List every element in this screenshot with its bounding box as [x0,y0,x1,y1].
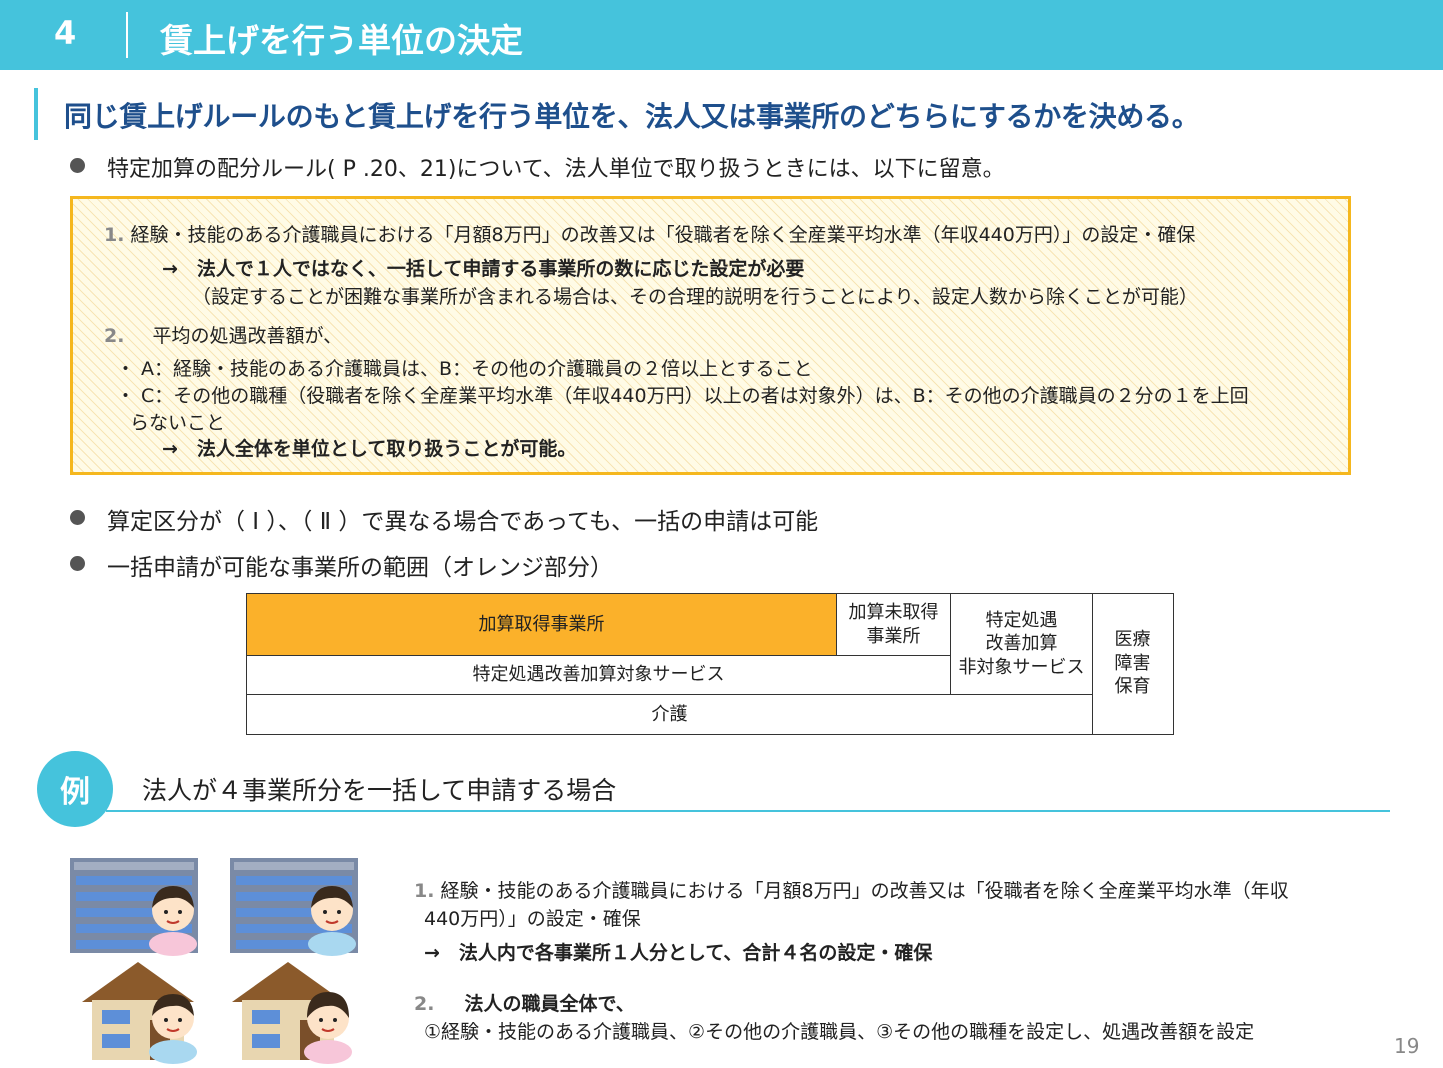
cell-other-sectors: 医療 障害 保育 [1114,629,1151,698]
item-heading: 法人の職員全体で、 [464,993,635,1015]
notice-item-1-result: → 法人で１人ではなく、一括して申請する事業所の数に応じた設定が必要 [162,258,805,280]
item-text: 経験・技能のある介護職員における「月額8万円」の改善又は「役職者を除く全産業平均… [440,880,1289,902]
staff-person-icon [304,992,352,1064]
example-badge: 例 [37,751,113,827]
staff-person-icon [149,994,197,1064]
item-number: 2. [104,325,125,347]
page-headline: 同じ賃上げルールのもと賃上げを行う単位を、法人又は事業所のどちらにするかを決める… [64,100,1200,133]
cell-care: 介護 [247,695,1093,734]
section-number: 4 [54,14,77,52]
bullet-text: 特定加算の配分ルール( P .20、21)について、法人単位で取り扱うときには、… [107,157,1005,182]
bullet-icon [70,158,85,173]
item-text: 平均の処遇改善額が、 [152,325,343,347]
staff-person-icon [149,886,197,956]
example-item-1-cont: 440万円）」の設定・確保 [424,908,641,930]
notice-item-2-a: ・ A：経験・技能のある介護職員は、B：その他の介護職員の２倍以上とすること [116,358,813,380]
example-item-2-text: ①経験・技能のある介護職員、②その他の介護職員、③その他の職種を設定し、処遇改善… [424,1021,1255,1043]
section-title: 賃上げを行う単位の決定 [160,21,523,60]
bullet-text: 一括申請が可能な事業所の範囲（オレンジ部分） [107,555,613,581]
notice-item-2-c-cont: らないこと [130,412,226,434]
item-number: 1. [104,224,125,246]
bullet-text: 算定区分が（ Ⅰ ）、（ Ⅱ ）で異なる場合であっても、一括の申請は可能 [107,509,819,535]
item-number: 2. [414,993,435,1015]
cell-target-services: 特定処遇改善加算対象サービス [247,656,951,695]
example-item-1-result: → 法人内で各事業所１人分として、合計４名の設定・確保 [424,942,933,964]
item-number: 1. [414,880,435,902]
example-divider [106,810,1390,812]
example-title: 法人が４事業所分を一括して申請する場合 [142,776,617,805]
bullet-icon [70,556,85,571]
notice-item-2: 2. 平均の処遇改善額が、 [104,321,342,348]
item-text: 経験・技能のある介護職員における「月額8万円」の改善又は「役職者を除く全産業平均… [130,224,1196,246]
example-item-2: 2. 法人の職員全体で、 [414,989,635,1016]
notice-item-2-result: → 法人全体を単位として取り扱うことが可能。 [162,438,577,460]
notice-item-2-c: ・ C：その他の職種（役職者を除く全産業平均水準（年収440万円）以上の者は対象… [116,385,1249,407]
notice-item-1-note: （設定することが困難な事業所が含まれる場合は、その合理的説明を行うことにより、設… [192,286,1198,308]
staff-person-icon [308,886,356,956]
cell-acquired-offices: 加算取得事業所 [247,594,837,656]
bullet-icon [70,510,85,525]
scope-table: 加算取得事業所 加算未取得 事業所 特定処遇改善加算対象サービス 特定処遇 改善… [246,593,1174,735]
headline-accent-bar [34,88,38,140]
notice-item-1: 1. 経験・技能のある介護職員における「月額8万円」の改善又は「役職者を除く全産… [104,220,1195,247]
offices-illustration [70,858,358,1064]
page-number: 19 [1394,1034,1420,1058]
cell-non-target-services: 特定処遇 改善加算 非対象サービス [951,594,1093,695]
cell-not-acquired-offices: 加算未取得 事業所 [837,594,951,656]
example-item-1: 1. 経験・技能のある介護職員における「月額8万円」の改善又は「役職者を除く全産… [414,876,1289,903]
section-divider [126,12,128,58]
